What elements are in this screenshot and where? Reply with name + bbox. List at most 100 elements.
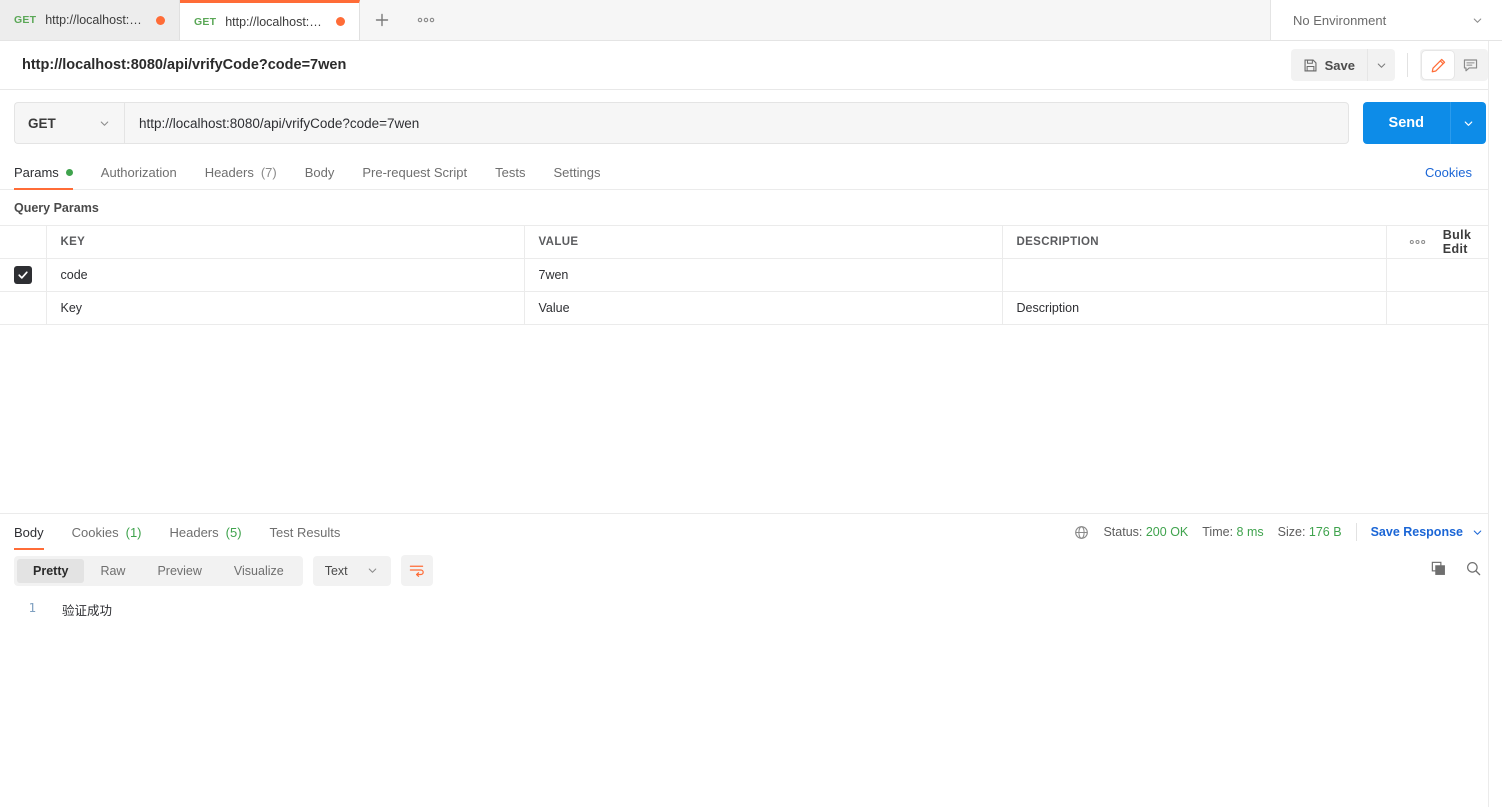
ellipsis-icon — [417, 17, 435, 23]
url-input[interactable] — [124, 102, 1349, 144]
view-toggle-group — [1420, 49, 1488, 81]
table-row: code 7wen — [0, 258, 1502, 292]
bulk-edit-button[interactable]: Bulk Edit — [1435, 228, 1488, 256]
http-method-value: GET — [28, 115, 56, 131]
tab-params[interactable]: Params — [14, 156, 87, 190]
request-tab-title: http://localhost:80... — [45, 13, 147, 27]
edit-request-button[interactable] — [1422, 51, 1454, 79]
save-response-button[interactable]: Save Response — [1371, 525, 1492, 539]
params-options-button[interactable] — [1401, 226, 1435, 258]
response-tab-test-results-label: Test Results — [269, 524, 341, 540]
url-bar-row: GET Send — [0, 90, 1502, 156]
params-empty-space — [0, 325, 1501, 514]
response-tabs-list: Body Cookies (1) Headers (5) Test Result… — [14, 515, 355, 550]
search-button[interactable] — [1465, 560, 1482, 582]
param-description-placeholder[interactable]: Description — [1002, 291, 1387, 325]
send-options-button[interactable] — [1450, 102, 1486, 144]
request-tab-1[interactable]: GET http://localhost:80... — [0, 0, 180, 40]
environment-selector[interactable]: No Environment — [1270, 0, 1502, 40]
tab-pre-request-script-label: Pre-request Script — [362, 165, 468, 180]
tab-authorization[interactable]: Authorization — [87, 156, 191, 189]
ellipsis-icon — [1409, 239, 1426, 245]
check-icon — [18, 271, 28, 279]
param-value-placeholder[interactable]: Value — [524, 291, 1003, 325]
tab-headers-count: (7) — [260, 165, 277, 180]
divider — [1407, 53, 1408, 77]
response-body-viewer[interactable]: 1 验证成功 — [0, 592, 1502, 619]
request-tab-method: GET — [194, 15, 217, 28]
size-label: Size: — [1277, 525, 1306, 539]
view-mode-raw[interactable]: Raw — [84, 559, 141, 583]
request-tab-bar: GET http://localhost:80... GET http://lo… — [0, 0, 1502, 41]
chevron-down-icon — [368, 568, 376, 573]
tab-headers-label: Headers — [204, 165, 254, 180]
view-mode-visualize[interactable]: Visualize — [218, 559, 300, 583]
copy-button[interactable] — [1430, 560, 1447, 582]
status-badge: 200 OK — [1145, 525, 1189, 539]
word-wrap-icon — [409, 565, 424, 577]
status-label: Status: — [1103, 525, 1143, 539]
send-group: Send — [1362, 102, 1486, 144]
tab-authorization-label: Authorization — [100, 165, 177, 180]
copy-icon — [1431, 561, 1445, 575]
response-tab-cookies-label: Cookies — [71, 524, 119, 540]
param-description-cell[interactable] — [1002, 258, 1387, 292]
save-button-label: Save — [1324, 57, 1355, 73]
size-value: 176 B — [1308, 525, 1342, 539]
request-tab-method: GET — [14, 14, 37, 26]
query-params-section: Query Params KEY VALUE DESCRIPTION Bulk … — [0, 190, 1502, 514]
param-key-cell[interactable]: code — [46, 258, 525, 292]
response-tab-headers-label: Headers — [169, 524, 219, 540]
time-label: Time: — [1202, 525, 1234, 539]
response-view-mode-group: Pretty Raw Preview Visualize — [14, 555, 303, 586]
tab-pre-request-script[interactable]: Pre-request Script — [348, 156, 481, 189]
response-tab-headers[interactable]: Headers (5) — [156, 515, 256, 549]
response-tab-cookies[interactable]: Cookies (1) — [58, 515, 156, 549]
save-options-button[interactable] — [1367, 49, 1395, 81]
right-sidebar-rail — [1488, 41, 1502, 807]
request-tabs-list: Params Authorization Headers (7) Body Pr… — [14, 156, 1425, 190]
tab-bar-spacer — [448, 0, 1270, 40]
chevron-down-icon — [100, 121, 109, 126]
column-header-value: VALUE — [524, 225, 1003, 259]
http-method-select[interactable]: GET — [14, 102, 124, 144]
time-group: Time: 8 ms — [1202, 525, 1263, 539]
comments-button[interactable] — [1454, 51, 1486, 79]
response-tab-body[interactable]: Body — [14, 515, 58, 550]
tab-options-button[interactable] — [404, 0, 448, 40]
response-tab-test-results[interactable]: Test Results — [256, 515, 355, 549]
param-key-placeholder[interactable]: Key — [46, 291, 525, 325]
postman-app: GET http://localhost:80... GET http://lo… — [0, 0, 1502, 807]
time-value: 8 ms — [1236, 525, 1264, 539]
word-wrap-button[interactable] — [400, 555, 433, 586]
status-group: Status: 200 OK — [1103, 525, 1188, 539]
row-checkbox-cell — [0, 258, 47, 292]
row-actions-cell — [1386, 291, 1502, 325]
response-format-select[interactable]: Text — [312, 555, 391, 586]
send-button[interactable]: Send — [1362, 102, 1450, 144]
request-tab-2[interactable]: GET http://localhost:80... — [180, 0, 360, 40]
tab-settings[interactable]: Settings — [539, 156, 614, 189]
view-mode-preview[interactable]: Preview — [141, 559, 217, 583]
tab-params-label: Params — [14, 165, 59, 180]
query-params-table: KEY VALUE DESCRIPTION Bulk Edit code 7we… — [0, 225, 1502, 325]
tab-body[interactable]: Body — [291, 156, 349, 189]
chevron-down-icon — [1473, 530, 1482, 535]
tab-headers[interactable]: Headers (7) — [191, 156, 291, 189]
new-tab-button[interactable] — [360, 0, 404, 40]
param-value-cell[interactable]: 7wen — [524, 258, 1003, 292]
column-header-key: KEY — [46, 225, 525, 259]
tab-tests[interactable]: Tests — [481, 156, 539, 189]
save-button[interactable]: Save — [1290, 49, 1367, 81]
row-checkbox[interactable] — [14, 266, 32, 284]
cookies-link[interactable]: Cookies — [1425, 165, 1488, 180]
response-section-tabs: Body Cookies (1) Headers (5) Test Result… — [0, 515, 1502, 550]
response-viewer-toolbar: Pretty Raw Preview Visualize Text — [0, 549, 1502, 592]
title-actions: Save — [1290, 49, 1488, 81]
pencil-icon — [1431, 58, 1445, 72]
environment-label: No Environment — [1293, 12, 1387, 28]
response-body-content: 验证成功 — [46, 600, 112, 619]
size-group: Size: 176 B — [1278, 525, 1342, 539]
tab-body-label: Body — [304, 165, 335, 180]
view-mode-pretty[interactable]: Pretty — [17, 558, 85, 583]
